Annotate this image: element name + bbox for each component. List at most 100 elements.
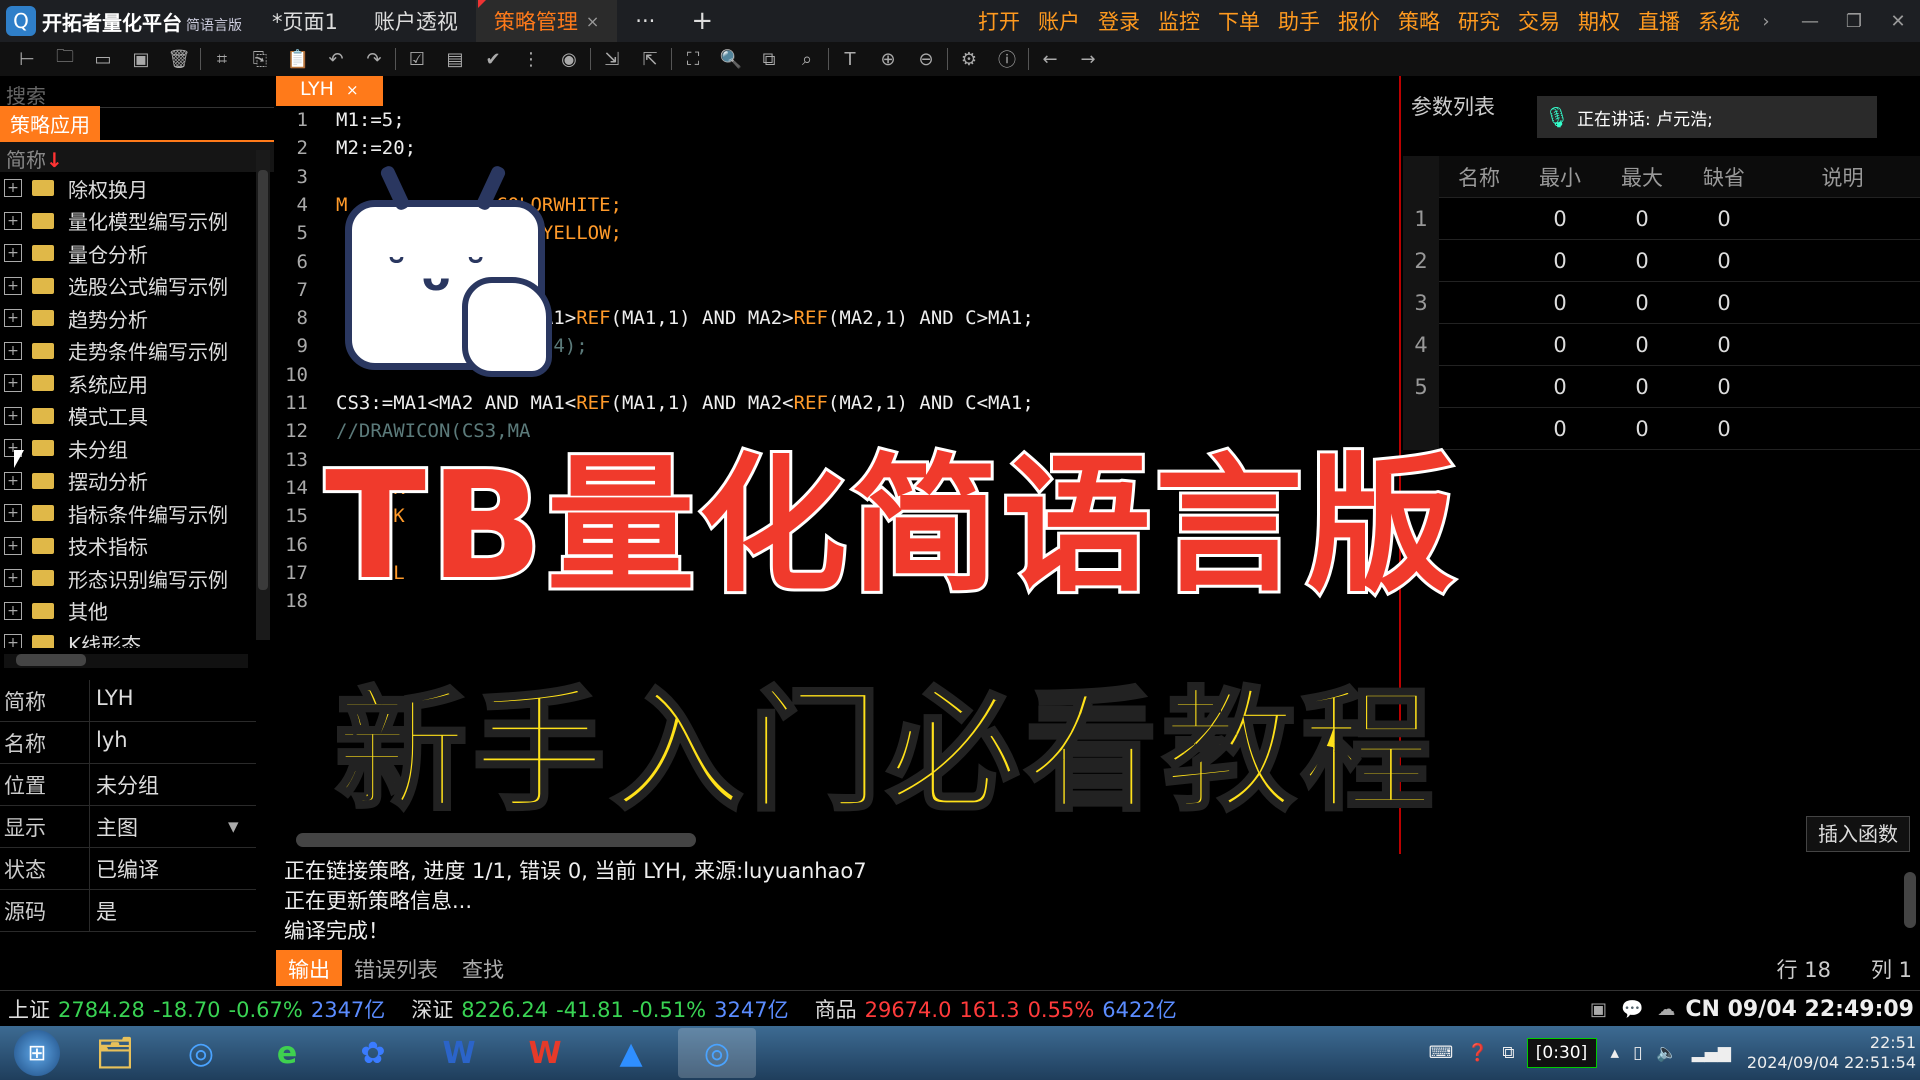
menu-item-10[interactable]: 期权 [1578, 6, 1620, 36]
page-tab-0[interactable]: *页面1 [254, 0, 356, 42]
search-input[interactable]: 搜索 [0, 76, 274, 108]
tree-item[interactable]: + 除权换月 [0, 172, 274, 205]
check-icon[interactable]: ☑ [398, 49, 436, 70]
replace-icon[interactable]: ⧉ [750, 49, 788, 70]
minimize-button[interactable]: — [1788, 11, 1832, 32]
param-row[interactable]: 1 0 0 0 [1403, 197, 1920, 240]
tree-item[interactable]: + 模式工具 [0, 400, 274, 433]
fit-icon[interactable]: ⛶ [674, 49, 712, 70]
save-icon[interactable]: ▭ [84, 49, 122, 70]
import-icon[interactable]: ⇲ [593, 49, 631, 70]
settings-icon[interactable]: ⚙ [950, 49, 988, 70]
expand-icon[interactable]: + [4, 471, 22, 490]
insert-function-button[interactable]: 插入函数 [1806, 816, 1910, 852]
tree-item[interactable]: + 摆动分析 [0, 465, 274, 498]
menu-item-11[interactable]: 直播 [1638, 6, 1680, 36]
expand-icon[interactable]: + [4, 374, 22, 393]
restore-button[interactable]: ❐ [1832, 11, 1876, 32]
cloud-icon[interactable]: ☁ [1657, 999, 1675, 1020]
expand-icon[interactable]: + [4, 504, 22, 523]
compile-icon[interactable]: ▤ [436, 49, 474, 70]
info-icon[interactable]: ⓘ [988, 46, 1026, 72]
menu-item-7[interactable]: 策略 [1398, 6, 1440, 36]
param-row[interactable]: 4 0 0 0 [1403, 323, 1920, 366]
font-icon[interactable]: T [831, 49, 869, 70]
menu-item-0[interactable]: 打开 [978, 6, 1020, 36]
output-tab-0[interactable]: 输出 [276, 950, 342, 986]
menu-item-6[interactable]: 报价 [1338, 6, 1380, 36]
menu-more-icon[interactable]: › [1744, 11, 1788, 32]
tree-item[interactable]: + 指标条件编写示例 [0, 497, 274, 530]
param-column-header[interactable]: 说明 [1765, 162, 1920, 192]
add-tab-button[interactable]: + [673, 0, 731, 42]
verify-icon[interactable]: ✔ [474, 49, 512, 70]
open-icon[interactable]: 🗀 [46, 44, 84, 74]
redo-icon[interactable]: ↷ [355, 49, 393, 70]
page-tab-1[interactable]: 账户透视 [356, 0, 476, 42]
param-row[interactable]: 5 0 0 0 [1403, 365, 1920, 408]
tab-lyh[interactable]: LYH × [276, 76, 383, 106]
param-column-header[interactable]: 最大 [1601, 162, 1683, 192]
menu-item-12[interactable]: 系统 [1698, 6, 1740, 36]
menu-item-9[interactable]: 交易 [1518, 6, 1560, 36]
expand-icon[interactable]: + [4, 439, 22, 458]
tree-horizontal-scrollbar[interactable] [4, 654, 248, 668]
output-tab-1[interactable]: 错误列表 [342, 950, 450, 986]
tree-vertical-scrollbar[interactable] [256, 150, 270, 640]
tb-app-icon[interactable]: ◎ [162, 1028, 240, 1078]
menu-item-3[interactable]: 监控 [1158, 6, 1200, 36]
editor-horizontal-scrollbar[interactable] [276, 829, 1396, 849]
word-app-icon[interactable]: W [420, 1028, 498, 1078]
new-icon[interactable]: ⊢ [8, 49, 46, 70]
code-editor[interactable]: LYH × 1 M1:=5; 2 M2:=20; 3 4 M COLORWHITE; 5 OLO… [276, 76, 1401, 854]
expand-icon[interactable]: + [4, 341, 22, 360]
tree-hscroll-thumb[interactable] [16, 654, 86, 666]
zoom-out-icon[interactable]: ⊖ [907, 49, 945, 70]
param-column-header[interactable]: 缺省 [1683, 162, 1765, 192]
volume-icon[interactable]: 🔈 [1656, 1043, 1677, 1063]
expand-icon[interactable]: + [4, 569, 22, 588]
tree-item[interactable]: + 趋势分析 [0, 302, 274, 335]
ticker-item[interactable]: 深证 8226.24 -41.81 -0.51% 3247亿 [403, 994, 788, 1024]
expand-icon[interactable]: + [4, 179, 22, 198]
output-tab-2[interactable]: 查找 [450, 950, 516, 986]
output-scrollbar[interactable] [1900, 860, 1920, 950]
stop-icon[interactable]: ◉ [550, 49, 588, 70]
tray-expand-icon[interactable]: ▴ [1611, 1043, 1620, 1063]
find-icon[interactable]: 🔍 [712, 49, 750, 70]
tree-item[interactable]: + 其他 [0, 595, 274, 628]
expand-icon[interactable]: + [4, 244, 22, 263]
back-icon[interactable]: ← [1031, 49, 1069, 70]
menu-item-2[interactable]: 登录 [1098, 6, 1140, 36]
expand-icon[interactable]: + [4, 634, 22, 648]
baidu-app-icon[interactable]: ✿ [334, 1028, 412, 1078]
keyboard-icon[interactable]: ⌨ [1429, 1043, 1454, 1063]
save-all-icon[interactable]: ▣ [122, 49, 160, 70]
chat-icon[interactable]: 💬 [1621, 999, 1643, 1020]
tree-item[interactable]: + 形态识别编写示例 [0, 562, 274, 595]
menu-item-1[interactable]: 账户 [1038, 6, 1080, 36]
battery-icon[interactable]: ▯ [1633, 1043, 1642, 1063]
editor-hscroll-thumb[interactable] [296, 833, 696, 847]
expand-icon[interactable]: + [4, 276, 22, 295]
system-clock[interactable]: 22:51 2024/09/04 22:51:54 [1747, 1033, 1916, 1073]
tb-active-app-icon[interactable]: ◎ [678, 1028, 756, 1078]
param-row[interactable]: 2000 [1403, 239, 1920, 282]
forward-icon[interactable]: → [1069, 49, 1107, 70]
param-row[interactable]: 3 0 0 0 [1403, 281, 1920, 324]
expand-icon[interactable]: + [4, 601, 22, 620]
tab-strategy-app[interactable]: 策略应用 [0, 106, 100, 140]
param-column-header[interactable]: 名称 [1439, 162, 1519, 192]
meeting-app-icon[interactable]: ▲ [592, 1028, 670, 1078]
param-column-header[interactable]: 最小 [1519, 162, 1601, 192]
paste-icon[interactable]: 📋 [279, 49, 317, 70]
tab-close-icon[interactable]: × [586, 12, 599, 31]
page-tab-2[interactable]: 策略管理 × [475, 0, 618, 42]
param-row[interactable]: 0 0 0 [1403, 407, 1920, 450]
help-icon[interactable]: ❓ [1467, 1043, 1488, 1063]
network-icon[interactable]: ▂▄▆ [1692, 1043, 1731, 1063]
ticker-item[interactable]: 商品 29674.0 161.3 0.55% 6422亿 [807, 994, 1177, 1024]
tree-scroll-thumb[interactable] [258, 170, 268, 590]
more-tabs-button[interactable]: ··· [617, 0, 673, 42]
export-icon[interactable]: ⇱ [631, 49, 669, 70]
